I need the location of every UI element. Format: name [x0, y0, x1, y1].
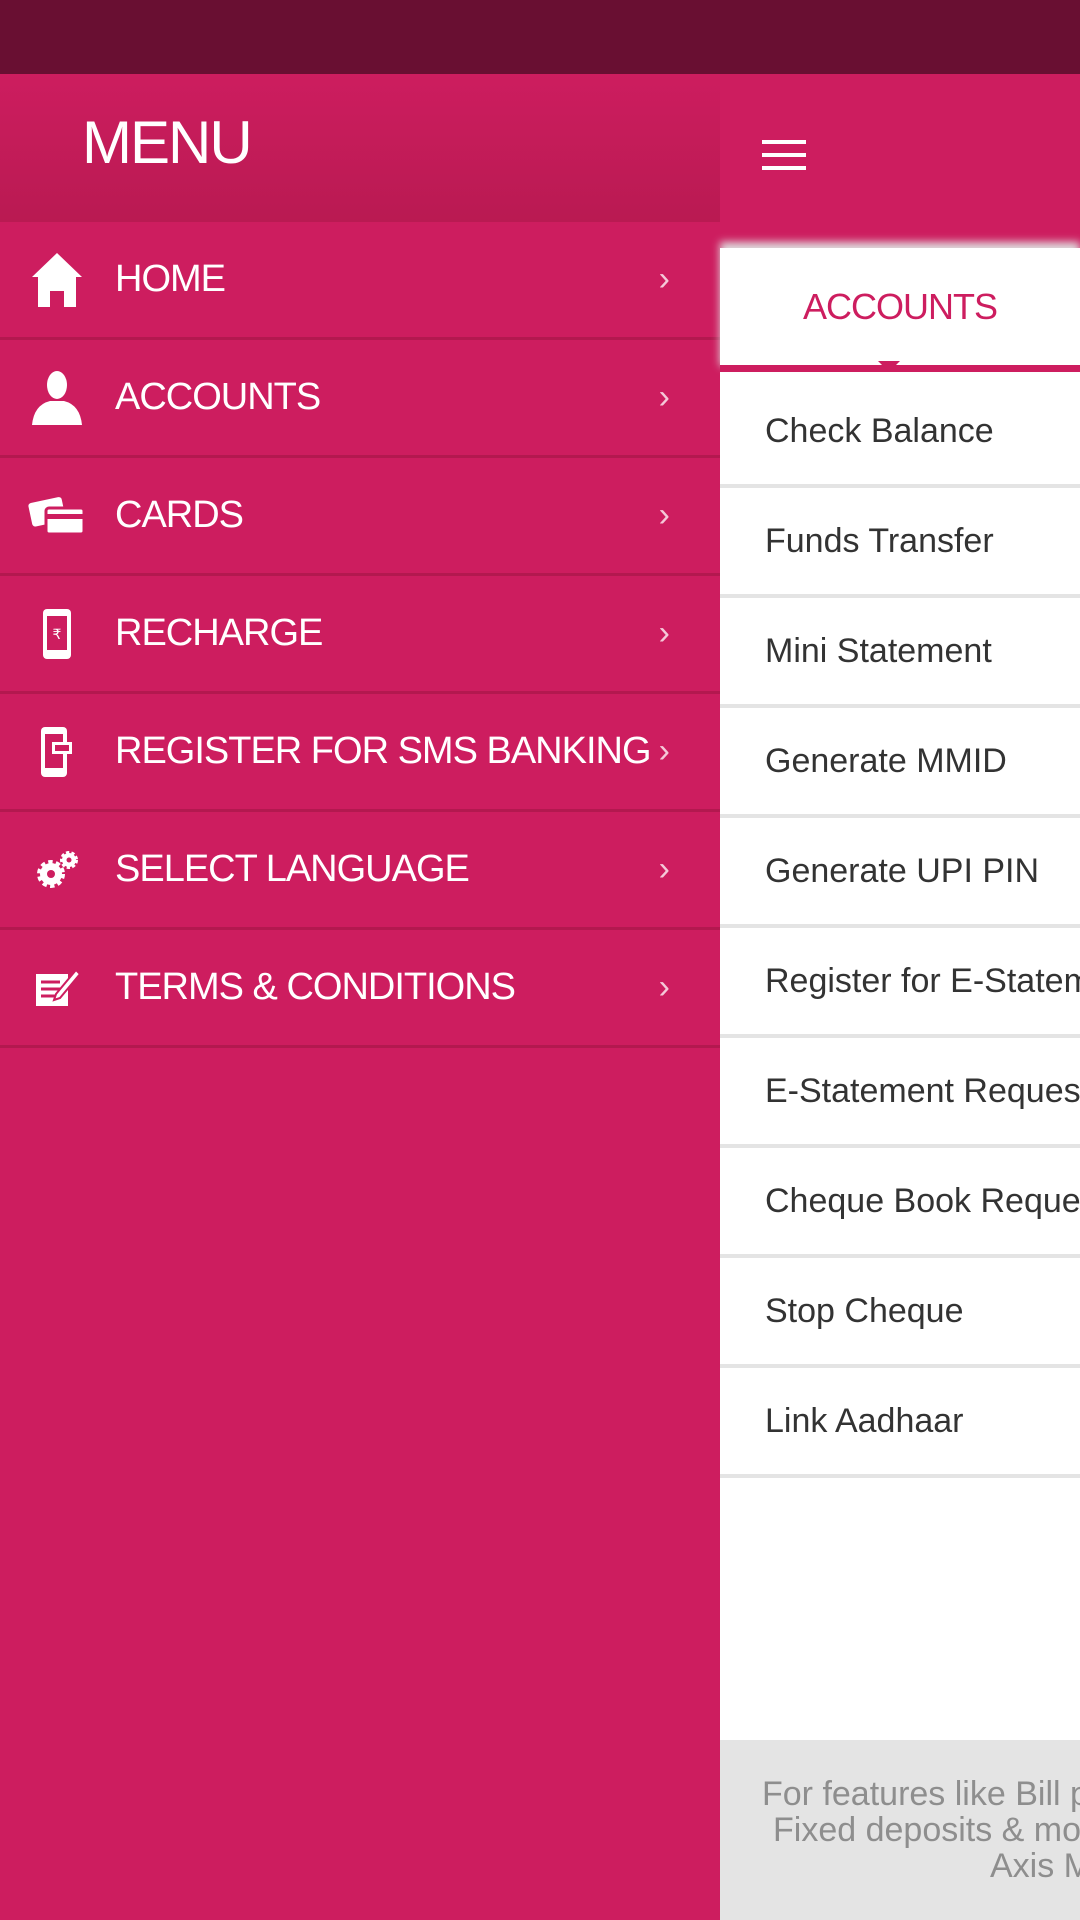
list-item-mini-statement[interactable]: Mini Statement: [720, 598, 1080, 708]
menu-item-home[interactable]: HOME ›: [0, 222, 720, 340]
chevron-right-icon: ›: [658, 850, 670, 888]
chevron-right-icon: ›: [658, 968, 670, 1006]
menu-item-recharge[interactable]: ₹ RECHARGE ›: [0, 576, 720, 694]
mobile-rupee-icon: ₹: [28, 605, 86, 663]
mobile-message-icon: [28, 723, 86, 781]
list-item-e-statement-request[interactable]: E-Statement Request: [720, 1038, 1080, 1148]
menu-item-accounts[interactable]: ACCOUNTS ›: [0, 340, 720, 458]
gears-icon: [28, 841, 86, 899]
download-app-banner[interactable]: For features like Bill payments, Fixed d…: [720, 1740, 1080, 1920]
hamburger-menu-icon[interactable]: [762, 140, 806, 170]
menu-item-label: HOME: [115, 258, 226, 300]
navigation-drawer: MENU HOME › ACCOUNTS › CARDS › ₹ RECHARG…: [0, 74, 720, 1920]
menu-item-cards[interactable]: CARDS ›: [0, 458, 720, 576]
drawer-header: MENU: [0, 74, 720, 222]
menu-item-label: SELECT LANGUAGE: [115, 848, 470, 890]
main-content: ACCOUNTS Check Balance Funds Transfer Mi…: [720, 74, 1080, 1920]
cards-icon: [28, 487, 86, 545]
tab-accounts[interactable]: ACCOUNTS: [720, 248, 1080, 372]
menu-item-label: ACCOUNTS: [115, 376, 321, 418]
menu-item-register-sms-banking[interactable]: REGISTER FOR SMS BANKING ›: [0, 694, 720, 812]
menu-item-label: RECHARGE: [115, 612, 323, 654]
list-item-generate-upi-pin[interactable]: Generate UPI PIN: [720, 818, 1080, 928]
list-item-funds-transfer[interactable]: Funds Transfer: [720, 488, 1080, 598]
chevron-right-icon: ›: [658, 260, 670, 298]
list-item-register-e-statement[interactable]: Register for E-Statement: [720, 928, 1080, 1038]
status-bar: [0, 0, 1080, 74]
list-item-generate-mmid[interactable]: Generate MMID: [720, 708, 1080, 818]
drawer-title: MENU: [82, 109, 253, 176]
list-item-stop-cheque[interactable]: Stop Cheque: [720, 1258, 1080, 1368]
menu-item-label: TERMS & CONDITIONS: [115, 966, 516, 1008]
user-icon: [28, 369, 86, 427]
chevron-right-icon: ›: [658, 732, 670, 770]
chevron-right-icon: ›: [658, 614, 670, 652]
svg-text:₹: ₹: [53, 626, 62, 642]
document-edit-icon: [28, 959, 86, 1017]
chevron-right-icon: ›: [658, 496, 670, 534]
footer-line: Fixed deposits & more, download: [773, 1811, 1080, 1849]
list-item-link-aadhaar[interactable]: Link Aadhaar: [720, 1368, 1080, 1478]
list-item-check-balance[interactable]: Check Balance: [720, 378, 1080, 488]
footer-line: Axis Mobile: [990, 1847, 1080, 1885]
chevron-right-icon: ›: [658, 378, 670, 416]
app-header: [720, 74, 1080, 248]
list-item-cheque-book-request[interactable]: Cheque Book Request: [720, 1148, 1080, 1258]
home-icon: [28, 251, 86, 309]
footer-line: For features like Bill payments,: [762, 1775, 1080, 1813]
menu-item-label: CARDS: [115, 494, 244, 536]
menu-item-label: REGISTER FOR SMS BANKING: [115, 730, 652, 772]
menu-item-select-language[interactable]: SELECT LANGUAGE ›: [0, 812, 720, 930]
menu-item-terms-conditions[interactable]: TERMS & CONDITIONS ›: [0, 930, 720, 1048]
